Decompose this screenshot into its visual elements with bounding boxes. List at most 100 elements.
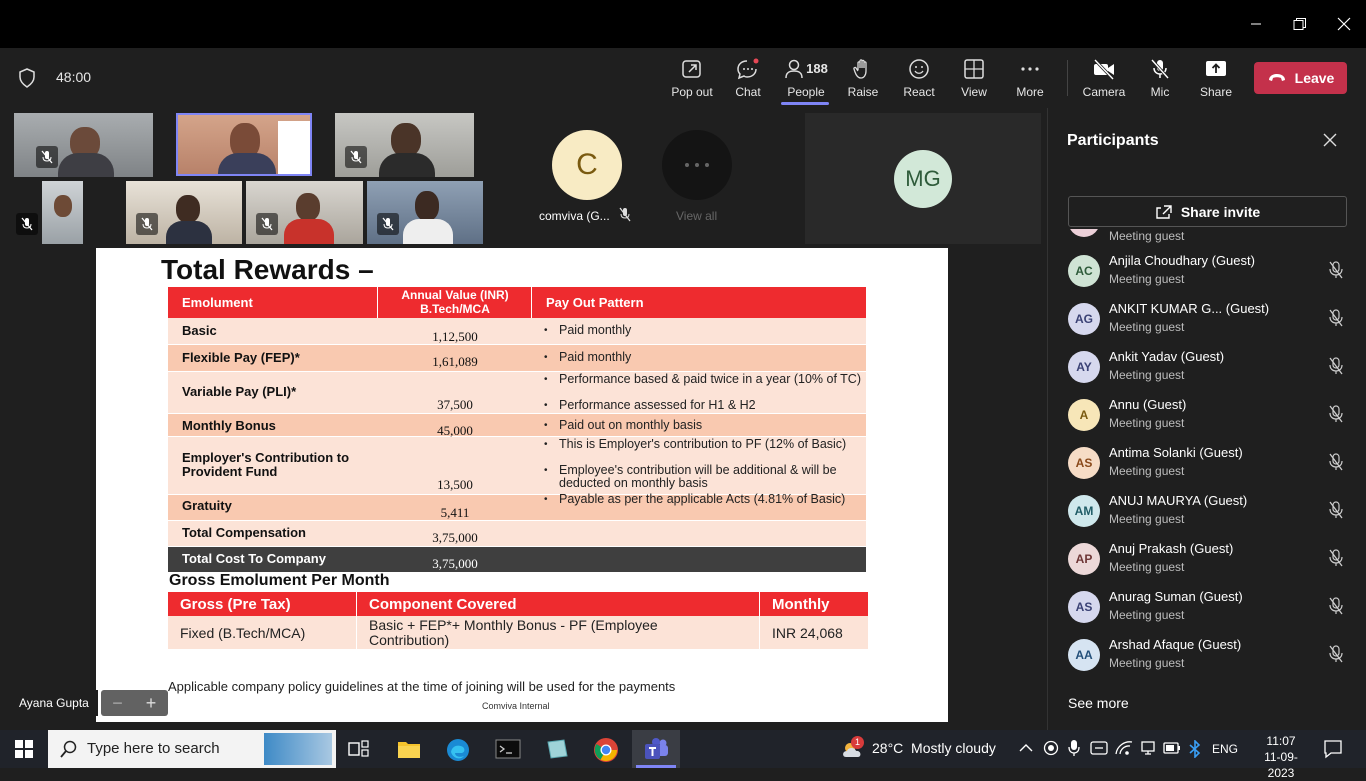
- view-all-button[interactable]: [662, 130, 732, 200]
- taskbar-search[interactable]: Type here to search: [48, 730, 336, 768]
- avatar: AS: [1068, 447, 1100, 479]
- battery-icon[interactable]: [1163, 741, 1181, 760]
- payout-note: • Paid out on monthly basis: [544, 419, 866, 432]
- mic-button[interactable]: Mic: [1140, 48, 1180, 108]
- share-label: Share: [1199, 84, 1233, 99]
- chevron-up-icon[interactable]: [1018, 741, 1034, 760]
- network-icon[interactable]: [1140, 740, 1156, 761]
- row-label: Gratuity: [182, 498, 232, 513]
- chrome-icon[interactable]: [593, 737, 619, 768]
- video-tile[interactable]: [367, 181, 483, 244]
- zoom-in-button[interactable]: +: [134, 690, 168, 716]
- column-header: Pay Out Pattern: [546, 295, 644, 310]
- teams-taskbar-button[interactable]: [632, 730, 680, 768]
- camera-button[interactable]: Camera: [1082, 48, 1126, 108]
- participant-name: Anjila Choudhary (Guest): [1109, 253, 1255, 268]
- row-label: Basic: [182, 323, 217, 338]
- avatar: AC: [1068, 255, 1100, 287]
- mic-off-icon: [1328, 453, 1344, 476]
- mic-off-icon: [1328, 597, 1344, 620]
- column-header-line: Annual Value (INR): [401, 288, 509, 302]
- task-view-icon[interactable]: [348, 739, 370, 764]
- view-button[interactable]: View: [954, 48, 994, 108]
- participant-role: Meeting guest: [1109, 368, 1185, 382]
- more-icon: [1021, 66, 1039, 71]
- participant-row[interactable]: AG ANKIT KUMAR G... (Guest) Meeting guest: [1068, 295, 1358, 343]
- participant-row[interactable]: AM ANUJ MAURYA (Guest) Meeting guest: [1068, 487, 1358, 535]
- microphone-icon[interactable]: [1067, 739, 1081, 762]
- meet-now-icon[interactable]: [1090, 740, 1108, 761]
- chat-button[interactable]: Chat: [728, 48, 768, 108]
- video-tile[interactable]: [14, 181, 83, 244]
- minimize-button[interactable]: [1234, 0, 1278, 48]
- close-icon: [1323, 133, 1337, 147]
- bluetooth-icon[interactable]: [1188, 739, 1202, 763]
- video-tile[interactable]: MG: [805, 113, 1041, 244]
- see-more-link[interactable]: See more: [1068, 695, 1129, 711]
- raise-hand-button[interactable]: Raise: [842, 48, 884, 108]
- avatar: AP: [1068, 543, 1100, 575]
- people-button[interactable]: 188 People: [780, 48, 832, 108]
- video-tile[interactable]: [246, 181, 363, 244]
- participant-row[interactable]: AS Antima Solanki (Guest) Meeting guest: [1068, 439, 1358, 487]
- more-button[interactable]: More: [1010, 48, 1050, 108]
- share-invite-button[interactable]: Share invite: [1068, 196, 1347, 227]
- participant-row[interactable]: A Annu (Guest) Meeting guest: [1068, 391, 1358, 439]
- participant-video: [278, 121, 310, 174]
- close-window-button[interactable]: [1322, 0, 1366, 48]
- participant-name: Anurag Suman (Guest): [1109, 589, 1243, 604]
- file-explorer-icon[interactable]: [397, 738, 421, 765]
- participant-row[interactable]: AY Ankit Yadav (Guest) Meeting guest: [1068, 343, 1358, 391]
- restore-icon: [1293, 18, 1306, 30]
- column-divider: [356, 592, 357, 649]
- participant-role: Meeting guest: [1109, 608, 1185, 622]
- video-tile[interactable]: [14, 113, 153, 177]
- view-label: View: [961, 84, 987, 99]
- clock[interactable]: 11:07 11-09-2023: [1254, 733, 1308, 781]
- language-indicator[interactable]: ENG: [1212, 742, 1238, 756]
- notifications-icon[interactable]: [1323, 739, 1343, 764]
- close-panel-button[interactable]: [1322, 132, 1338, 153]
- participant-row[interactable]: AC Anjila Choudhary (Guest) Meeting guest: [1068, 247, 1358, 295]
- smiley-icon: [909, 58, 929, 79]
- hang-up-icon: [1268, 74, 1285, 81]
- popout-icon: [682, 59, 701, 78]
- popout-button[interactable]: Pop out: [670, 48, 714, 108]
- wifi-icon[interactable]: [1114, 740, 1134, 761]
- payout-note-text: Performance based & paid twice in a year…: [559, 372, 861, 386]
- mic-off-icon: [1328, 309, 1344, 332]
- restore-button[interactable]: [1278, 0, 1322, 48]
- edge-browser-icon[interactable]: [446, 738, 470, 767]
- terminal-icon[interactable]: [495, 738, 521, 765]
- more-label: More: [1016, 84, 1044, 99]
- notes-app-icon[interactable]: [545, 738, 569, 765]
- start-button[interactable]: [0, 730, 48, 768]
- zoom-out-button[interactable]: −: [101, 690, 134, 716]
- payout-note-text: Payable as per the applicable Acts (4.81…: [559, 492, 846, 506]
- participant-row[interactable]: AP Anuj Prakash (Guest) Meeting guest: [1068, 535, 1358, 583]
- weather-text[interactable]: 28°C Mostly cloudy: [872, 740, 996, 756]
- mic-off-icon: [1328, 357, 1344, 380]
- gross-column-header: Monthly: [772, 596, 830, 613]
- popout-label: Pop out: [671, 84, 713, 99]
- record-icon[interactable]: [1043, 740, 1059, 761]
- mic-off-icon: [1150, 58, 1170, 79]
- react-button[interactable]: React: [898, 48, 940, 108]
- search-icon: [60, 740, 77, 758]
- share-button[interactable]: Share: [1196, 48, 1236, 108]
- video-tile[interactable]: [126, 181, 242, 244]
- mic-off-icon: [1328, 645, 1344, 668]
- avatar[interactable]: C: [552, 130, 622, 200]
- video-tile[interactable]: [335, 113, 474, 177]
- panel-title: Participants: [1067, 132, 1159, 149]
- participants-panel: Participants Share invite Meeting guest …: [1047, 108, 1366, 730]
- column-header-line: B.Tech/MCA: [420, 302, 490, 316]
- gross-cell: Basic + FEP*+ Monthly Bonus - PF (Employ…: [369, 617, 658, 648]
- windows-logo-icon: [15, 740, 33, 758]
- active-speaker-tile[interactable]: [176, 113, 312, 176]
- participant-row[interactable]: AA Arshad Afaque (Guest) Meeting guest: [1068, 631, 1358, 679]
- gross-title: Gross Emolument Per Month: [169, 572, 390, 589]
- leave-button[interactable]: Leave: [1254, 62, 1347, 94]
- participant-row[interactable]: AS Anurag Suman (Guest) Meeting guest: [1068, 583, 1358, 631]
- payout-note: • Performance assessed for H1 & H2: [544, 399, 866, 412]
